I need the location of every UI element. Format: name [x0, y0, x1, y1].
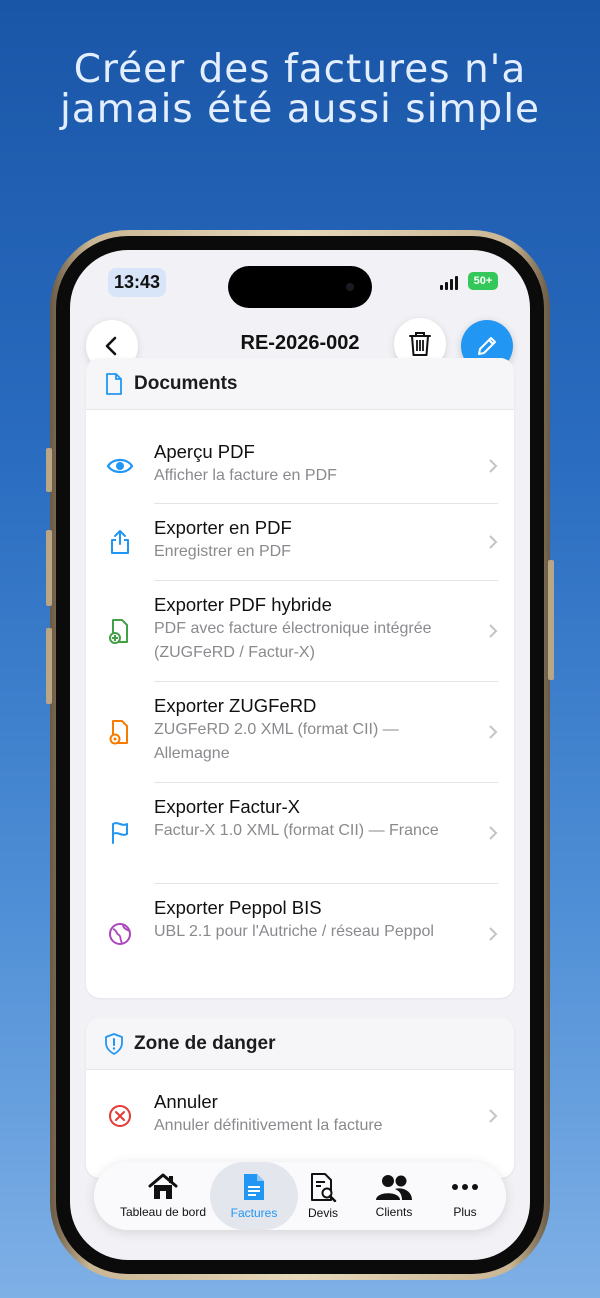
shield-alert-icon: [105, 1032, 123, 1055]
documents-card: Documents Aperçu PDF Afficher la facture…: [86, 358, 514, 998]
headline-line-1: Créer des factures n'a: [73, 47, 527, 92]
list-item-subtitle: Factur-X 1.0 XML (format CII) — France: [154, 822, 439, 839]
list-item-title: Exporter ZUGFeRD: [154, 695, 317, 716]
eye-icon: [106, 452, 134, 480]
tab-bar: Tableau de bord Factures Devis Clients P…: [94, 1162, 506, 1230]
phone-screen: 13:43 50+ RE-2026-002 Documents Aperçu P…: [70, 250, 530, 1260]
danger-zone-card: Zone de danger Annuler Annuler définitiv…: [86, 1018, 514, 1178]
list-item-exporter-zugferd[interactable]: Exporter ZUGFeRD ZUGFeRD 2.0 XML (format…: [86, 682, 514, 783]
chevron-right-icon: [489, 725, 498, 739]
trash-icon: [409, 332, 431, 356]
list-item-exporter-peppol[interactable]: Exporter Peppol BIS UBL 2.1 pour l'Autri…: [86, 884, 514, 984]
chevron-right-icon: [489, 459, 498, 473]
signal-icon: [440, 276, 458, 290]
danger-zone-header: Zone de danger: [86, 1018, 514, 1070]
list-item-exporter-pdf[interactable]: Exporter en PDF Enregistrer en PDF: [86, 504, 514, 581]
list-item-title: Exporter Peppol BIS: [154, 897, 322, 918]
headline: Créer des factures n'a jamais été aussi …: [0, 50, 600, 130]
share-icon: [106, 528, 134, 556]
chevron-right-icon: [489, 535, 498, 549]
list-item-title: Exporter Factur-X: [154, 796, 300, 817]
volume-down-button: [46, 628, 52, 704]
list-item-subtitle: UBL 2.1 pour l'Autriche / réseau Peppol: [154, 923, 434, 940]
list-item-title: Exporter PDF hybride: [154, 594, 332, 615]
document-icon: [106, 372, 122, 395]
documents-header: Documents: [86, 358, 514, 410]
tab-plus[interactable]: Plus: [436, 1162, 494, 1230]
power-button: [548, 560, 554, 680]
list-item-subtitle: Annuler définitivement la facture: [154, 1117, 383, 1134]
dynamic-island: [228, 266, 372, 308]
volume-up-button: [46, 530, 52, 606]
people-icon: [376, 1175, 412, 1200]
tab-label: Clients: [375, 1205, 413, 1219]
list-item-annuler[interactable]: Annuler Annuler définitivement la factur…: [86, 1076, 514, 1176]
danger-zone-title: Zone de danger: [134, 1032, 276, 1054]
tab-label: Devis: [307, 1206, 338, 1220]
list-item-title: Exporter en PDF: [154, 517, 292, 538]
list-item-subtitle: ZUGFeRD 2.0 XML (format CII) — Allemagne: [154, 721, 399, 762]
list-item-exporter-factur-x[interactable]: Exporter Factur-X Factur-X 1.0 XML (form…: [86, 783, 514, 884]
tab-label: Plus: [453, 1205, 477, 1219]
tab-factures[interactable]: Factures: [210, 1162, 298, 1230]
chevron-right-icon: [489, 624, 498, 638]
tab-label: Tableau de bord: [119, 1205, 207, 1219]
tab-clients[interactable]: Clients: [360, 1162, 428, 1230]
page-title: RE-2026-002: [240, 332, 360, 354]
more-icon: [452, 1184, 478, 1190]
file-settings-icon: [106, 718, 134, 746]
documents-title: Documents: [134, 372, 238, 394]
list-item-exporter-pdf-hybride[interactable]: Exporter PDF hybride PDF avec facture él…: [86, 581, 514, 682]
list-item-subtitle: Afficher la facture en PDF: [154, 467, 337, 484]
file-plus-icon: [106, 617, 134, 645]
chevron-right-icon: [489, 927, 498, 941]
list-item-subtitle: Enregistrer en PDF: [154, 543, 291, 560]
chevron-right-icon: [489, 1109, 498, 1123]
list-item-subtitle: PDF avec facture électronique intégrée (…: [154, 620, 432, 661]
globe-icon: [106, 920, 134, 948]
list-item-apercu-pdf[interactable]: Aperçu PDF Afficher la facture en PDF: [86, 428, 514, 504]
battery-icon: 50+: [468, 272, 498, 290]
list-item-title: Annuler: [154, 1091, 218, 1112]
flag-icon: [106, 819, 134, 847]
list-item-title: Aperçu PDF: [154, 441, 255, 462]
tab-tableau-de-bord[interactable]: Tableau de bord: [100, 1162, 226, 1230]
document-search-icon: [311, 1173, 337, 1202]
tab-label: Factures: [230, 1206, 278, 1220]
pencil-icon: [478, 337, 496, 355]
home-icon: [148, 1173, 178, 1199]
action-button: [46, 448, 52, 492]
x-circle-icon: [106, 1102, 134, 1130]
tab-devis[interactable]: Devis: [300, 1162, 346, 1230]
document-icon: [244, 1174, 264, 1200]
status-time: 13:43: [108, 268, 167, 297]
chevron-right-icon: [489, 826, 498, 840]
headline-line-2: jamais été aussi simple: [59, 87, 541, 132]
chevron-left-icon: [105, 336, 117, 356]
